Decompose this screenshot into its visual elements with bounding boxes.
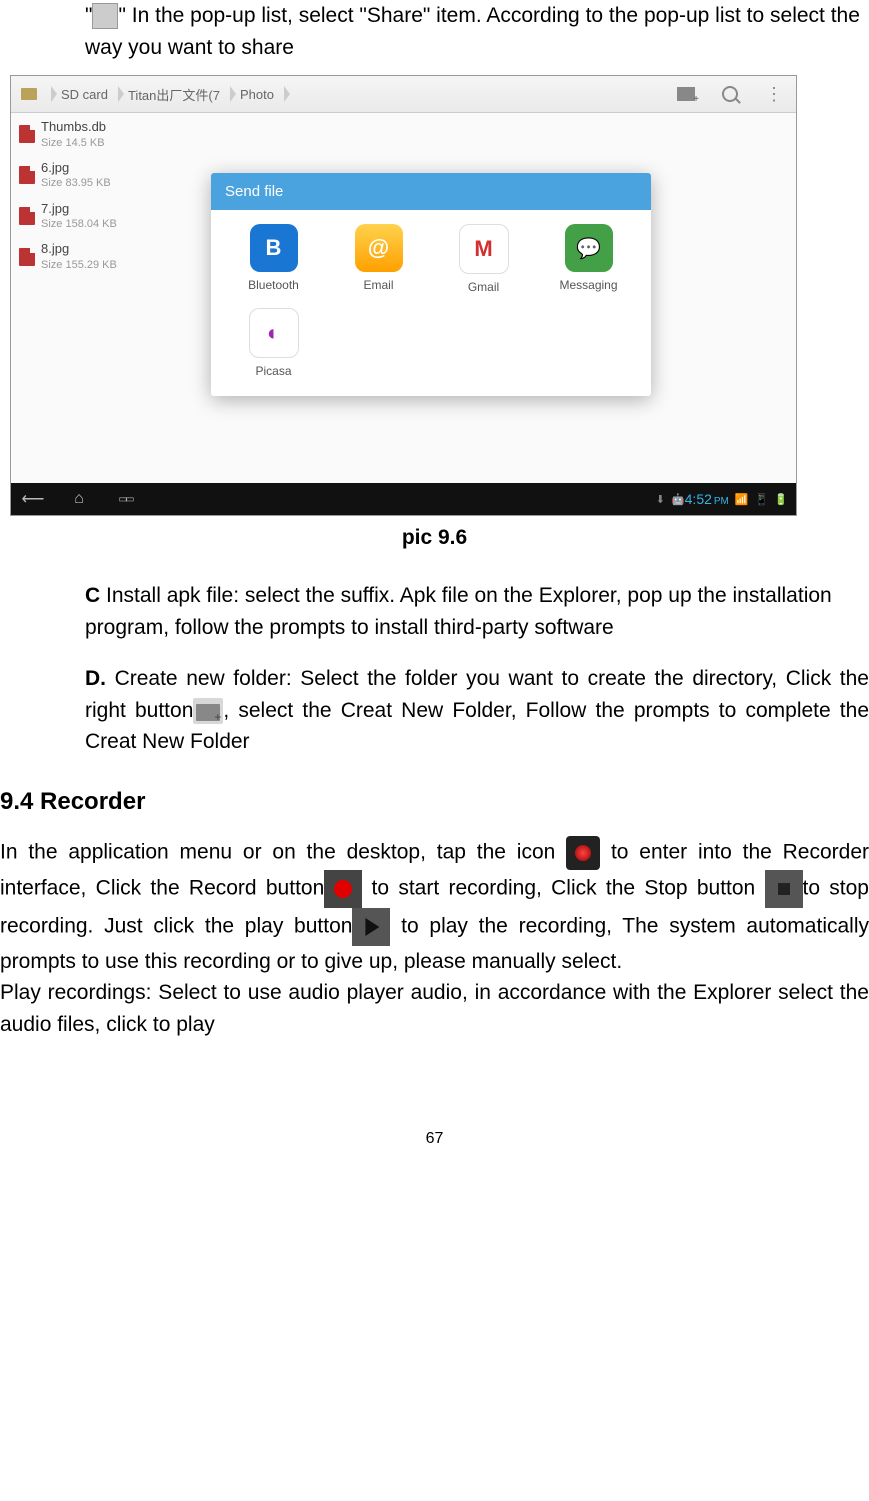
home-button[interactable] [65, 488, 93, 510]
send-file-dialog: Send file Bluetooth Email Gmail [211, 173, 651, 396]
breadcrumb-label: Photo [240, 87, 274, 102]
screenshot-figure: SD card Titan出厂文件(7 Photo Thumbs.db Size … [10, 75, 797, 516]
figure-caption: pic 9.6 [0, 526, 869, 550]
back-button[interactable] [19, 488, 47, 510]
page-number: 67 [0, 1130, 869, 1148]
download-icon: ⬇ [656, 493, 665, 506]
file-icon [19, 125, 35, 143]
wifi-icon: 📶 [735, 493, 749, 506]
section-d-paragraph: D. Create new folder: Select the folder … [0, 663, 869, 758]
signal-tray: 📶 📱 🔋 [735, 493, 788, 506]
breadcrumb-label: Titan出厂文件(7 [128, 85, 220, 104]
overflow-button[interactable] [760, 80, 788, 108]
folder-icon [21, 88, 37, 100]
file-list: Thumbs.db Size 14.5 KB 6.jpg Size 83.95 KB… [11, 113, 191, 276]
status-tray: ⬇ 🤖 [656, 493, 685, 506]
screenshot-topbar: SD card Titan出厂文件(7 Photo [11, 76, 796, 113]
app-label: Gmail [468, 280, 499, 294]
share-messaging[interactable]: Messaging [536, 224, 641, 294]
quote-open: " [85, 4, 92, 27]
overflow-icon [765, 84, 783, 105]
clock-time: 4:52 [685, 491, 712, 507]
recorder-app-icon [566, 836, 600, 870]
email-icon [355, 224, 403, 272]
intro-paragraph: "" In the pop-up list, select "Share" it… [0, 0, 869, 63]
signal-icon: 📱 [755, 493, 769, 506]
file-icon [19, 248, 35, 266]
stop-button-icon [765, 870, 803, 908]
breadcrumb-titan[interactable]: Titan出厂文件(7 [118, 76, 230, 112]
messaging-icon [565, 224, 613, 272]
file-name: 8.jpg [41, 241, 69, 256]
file-icon [19, 207, 35, 225]
play-button-icon [352, 908, 390, 946]
file-name: 7.jpg [41, 201, 69, 216]
share-bluetooth[interactable]: Bluetooth [221, 224, 326, 294]
bluetooth-icon [250, 224, 298, 272]
picasa-icon [249, 308, 299, 358]
share-email[interactable]: Email [326, 224, 431, 294]
file-size: Size 155.29 KB [41, 259, 117, 271]
share-app-grid: Bluetooth Email Gmail Messaging [211, 210, 651, 396]
heading-9-4: 9.4 Recorder [0, 788, 869, 816]
file-size: Size 14.5 KB [41, 137, 105, 149]
share-gmail[interactable]: Gmail [431, 224, 536, 294]
clock-ampm: PM [714, 496, 729, 507]
dialog-title: Send file [211, 173, 651, 210]
file-icon [19, 166, 35, 184]
share-picasa[interactable]: Picasa [221, 308, 326, 378]
breadcrumb-photo[interactable]: Photo [230, 76, 284, 112]
screenshot-body: Thumbs.db Size 14.5 KB 6.jpg Size 83.95 KB… [11, 113, 796, 483]
file-name: Thumbs.db [41, 119, 106, 134]
android-icon: 🤖 [671, 493, 685, 506]
new-folder-button[interactable] [672, 80, 700, 108]
rec-text-1: In the application menu or on the deskto… [0, 840, 566, 863]
app-label: Picasa [255, 364, 291, 378]
section-c-paragraph: C Install apk file: select the suffix. A… [0, 580, 869, 643]
recorder-paragraph: In the application menu or on the deskto… [0, 836, 869, 978]
rec-text-3: to start recording, Click the Stop butto… [362, 876, 764, 899]
breadcrumb-label: SD card [61, 87, 108, 102]
list-item[interactable]: 7.jpg Size 158.04 KB [11, 195, 191, 236]
folder-plus-icon [193, 698, 223, 724]
options-icon [92, 3, 118, 29]
status-clock: 4:52PM [685, 491, 729, 507]
file-name: 6.jpg [41, 160, 69, 175]
gmail-icon [459, 224, 509, 274]
app-label: Email [363, 278, 393, 292]
app-label: Bluetooth [248, 278, 299, 292]
recent-apps-button[interactable] [111, 488, 139, 510]
android-navbar: ⬇ 🤖 4:52PM 📶 📱 🔋 [11, 483, 796, 515]
search-icon [722, 86, 738, 102]
breadcrumb-root[interactable] [11, 76, 51, 112]
section-c-text: Install apk file: select the suffix. Apk… [85, 584, 832, 639]
section-c-label: C [85, 584, 100, 607]
intro-text: " In the pop-up list, select "Share" ite… [85, 4, 860, 59]
search-button[interactable] [716, 80, 744, 108]
play-recordings-paragraph: Play recordings: Select to use audio pla… [0, 977, 869, 1040]
list-item[interactable]: 8.jpg Size 155.29 KB [11, 235, 191, 276]
folder-add-icon [677, 87, 695, 101]
list-item[interactable]: 6.jpg Size 83.95 KB [11, 154, 191, 195]
record-button-icon [324, 870, 362, 908]
app-label: Messaging [559, 278, 617, 292]
section-d-label: D. [85, 667, 106, 690]
battery-icon: 🔋 [774, 493, 788, 506]
file-size: Size 158.04 KB [41, 218, 117, 230]
file-size: Size 83.95 KB [41, 177, 111, 189]
list-item[interactable]: Thumbs.db Size 14.5 KB [11, 113, 191, 154]
breadcrumb-sd[interactable]: SD card [51, 76, 118, 112]
